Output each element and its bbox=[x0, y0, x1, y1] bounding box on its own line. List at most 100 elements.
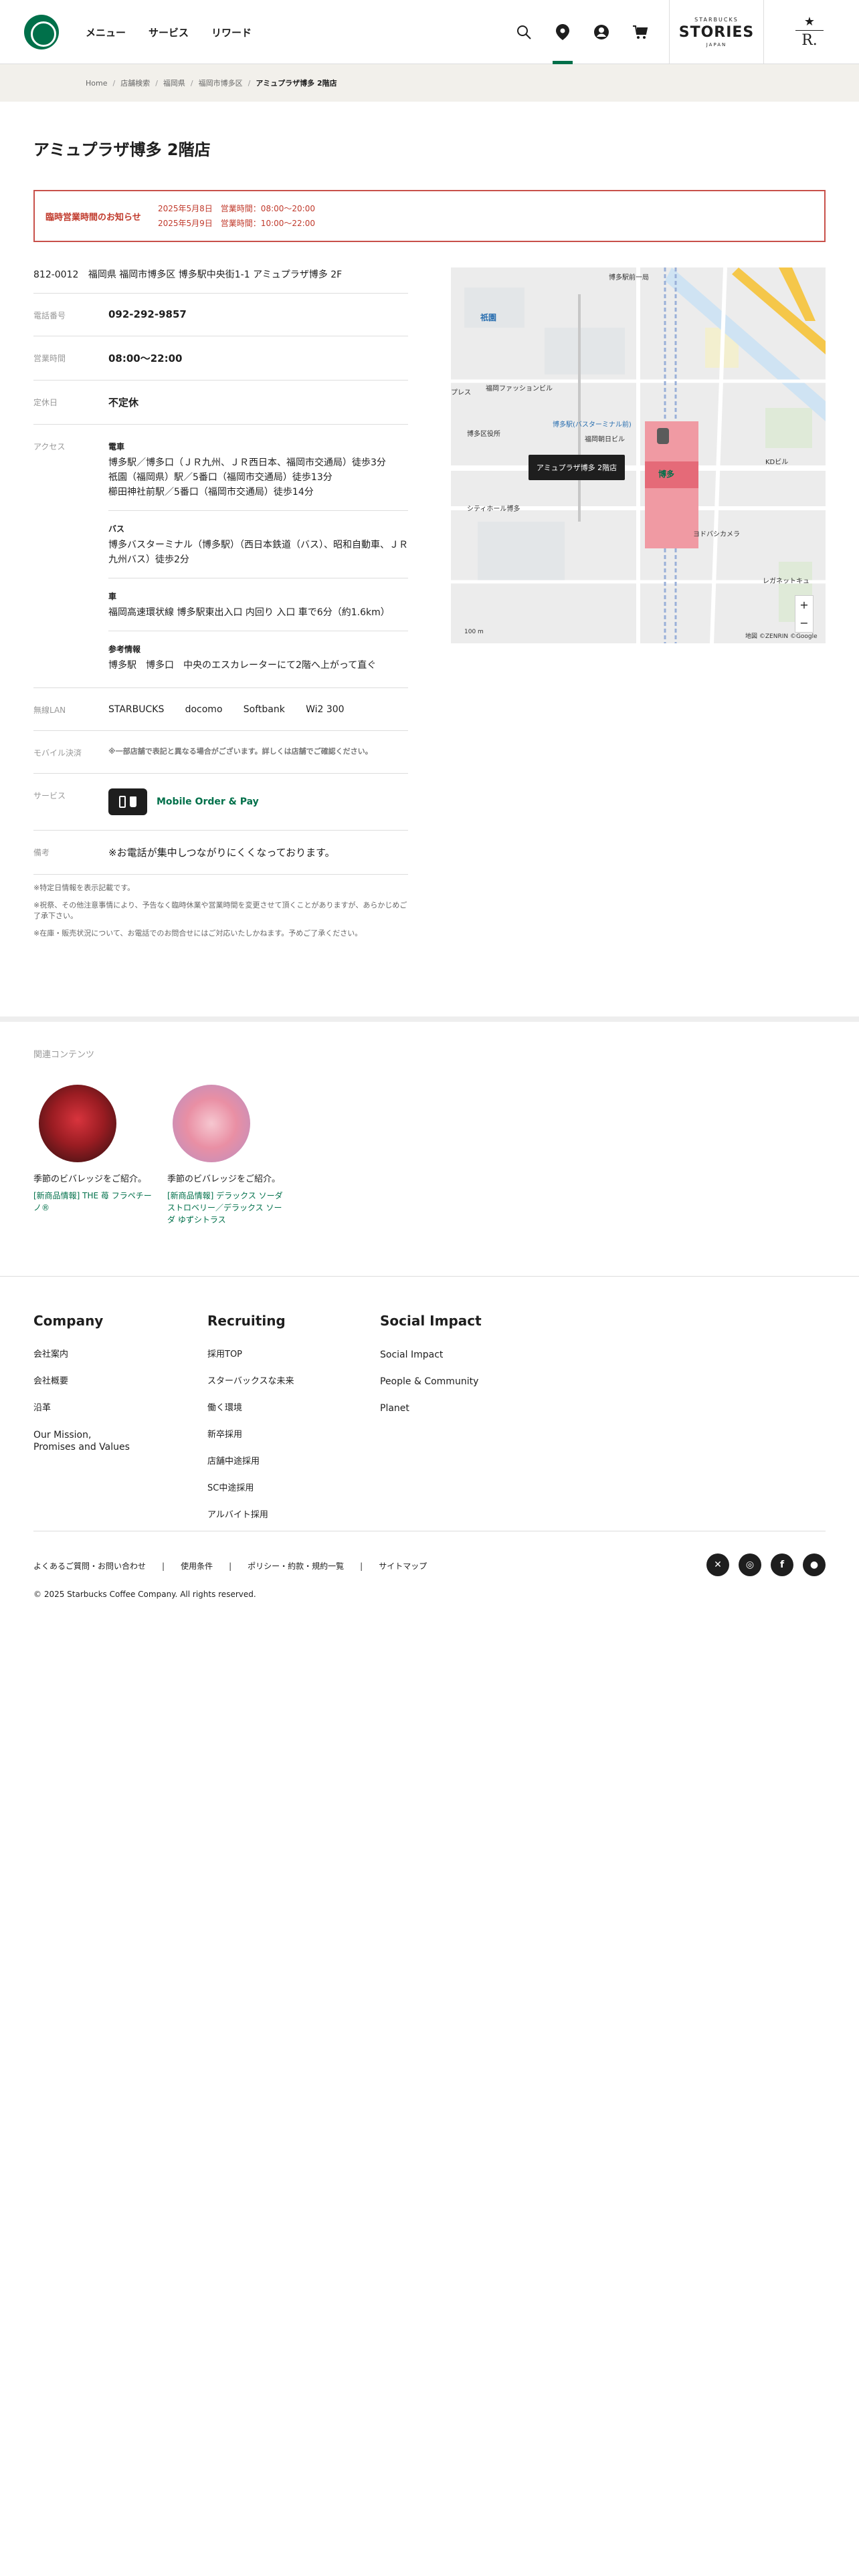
access-line: 櫛田神社前駅／5番口（福岡市交通局）徒歩14分 bbox=[108, 487, 314, 498]
footer-link[interactable]: 採用TOP bbox=[207, 1349, 294, 1361]
footer-link[interactable]: スターバックスな未来 bbox=[207, 1376, 294, 1388]
instagram-icon[interactable]: ◎ bbox=[739, 1553, 761, 1576]
mobile-order-link[interactable]: Mobile Order & Pay bbox=[157, 796, 259, 807]
related-card[interactable]: 季節のビバレッジをご紹介。 [新商品情報] THE 苺 フラペチーノ® bbox=[33, 1085, 154, 1214]
related-title: 関連コンテンツ bbox=[33, 1050, 95, 1060]
related-card-link[interactable]: [新商品情報] デラックス ソーダ ストロベリー／デラックス ソーダ ゆずシトラ… bbox=[167, 1190, 288, 1226]
footer-link[interactable]: 沿革 bbox=[33, 1402, 130, 1414]
faq-link[interactable]: よくあるご質問・お問い合わせ bbox=[33, 1560, 146, 1572]
mobile-order-icon bbox=[108, 788, 147, 815]
related-card-link[interactable]: [新商品情報] THE 苺 フラペチーノ® bbox=[33, 1190, 154, 1214]
terms-link[interactable]: 使用条件 bbox=[181, 1560, 213, 1572]
stories-brand: STARBUCKS bbox=[694, 17, 739, 23]
footer-link[interactable]: 新卒採用 bbox=[207, 1429, 294, 1441]
map-label: 博多駅(バスターミナル前) bbox=[553, 421, 632, 429]
phone-row: 電話番号 092-292-9857 bbox=[33, 294, 408, 336]
footnote: ※祝祭、その他注意事情により、予告なく臨時休業や営業時間を変更させて頂くことがあ… bbox=[33, 901, 407, 920]
mobile-payment-label: モバイル決済 bbox=[33, 748, 82, 758]
access-heading: 参考情報 bbox=[108, 645, 141, 654]
footer-bottom-links: よくあるご質問・お問い合わせ | 使用条件 | ポリシー・約款・規約一覧 | サ… bbox=[33, 1560, 427, 1572]
footer-link[interactable]: 会社案内 bbox=[33, 1349, 130, 1361]
wifi-item: Wi2 300 bbox=[306, 704, 345, 715]
footer-link[interactable]: Our Mission, Promises and Values bbox=[33, 1429, 130, 1453]
access-heading: 電車 bbox=[108, 442, 125, 451]
map-label: プレス bbox=[451, 389, 471, 397]
footer-link[interactable]: 店舗中途採用 bbox=[207, 1456, 294, 1468]
wifi-label: 無線LAN bbox=[33, 706, 66, 715]
zoom-out-icon[interactable]: − bbox=[799, 617, 808, 629]
stories-link[interactable]: STARBUCKS STORIES JAPAN bbox=[669, 0, 764, 64]
x-icon[interactable]: ✕ bbox=[706, 1553, 729, 1576]
footnote: ※特定日情報を表示記載です。 bbox=[33, 883, 135, 892]
related-card[interactable]: 季節のビバレッジをご紹介。 [新商品情報] デラックス ソーダ ストロベリー／デ… bbox=[167, 1085, 288, 1226]
notice-title: 臨時営業時間のお知らせ bbox=[45, 212, 141, 223]
map-label: シティホール博多 bbox=[467, 506, 520, 513]
access-row: アクセス 電車 博多駅／博多口（ＪＲ九州、ＪＲ西日本、福岡市交通局）徒歩3分 祇… bbox=[33, 425, 408, 688]
footer-link[interactable]: 会社概要 bbox=[33, 1376, 130, 1388]
footer-link[interactable]: People & Community bbox=[380, 1376, 482, 1388]
map-label: KDビル bbox=[765, 459, 789, 466]
cart-icon[interactable] bbox=[621, 0, 660, 64]
policy-link[interactable]: ポリシー・約款・規約一覧 bbox=[248, 1560, 344, 1572]
closed-label: 定休日 bbox=[33, 398, 58, 407]
facebook-icon[interactable]: f bbox=[771, 1553, 793, 1576]
breadcrumb-home[interactable]: Home bbox=[86, 79, 107, 88]
phone-label: 電話番号 bbox=[33, 311, 66, 320]
breadcrumb-current: アミュプラザ博多 2階店 bbox=[256, 79, 337, 88]
footer-link[interactable]: 働く環境 bbox=[207, 1402, 294, 1414]
map-scale: 100 m bbox=[464, 629, 484, 635]
wifi-item: Softbank bbox=[243, 704, 285, 715]
nav-rewards[interactable]: リワード bbox=[211, 25, 252, 39]
mobile-payment-row: モバイル決済 ※一部店舗で表記と異なる場合がございます。詳しくは店舗でご確認くだ… bbox=[33, 731, 408, 774]
breadcrumb-separator: / bbox=[112, 78, 116, 88]
breadcrumb-prefecture[interactable]: 福岡県 bbox=[163, 78, 185, 88]
map-zoom-control[interactable]: + − bbox=[795, 595, 814, 633]
reserve-divider bbox=[795, 30, 824, 31]
store-locator-icon[interactable] bbox=[543, 0, 582, 64]
site-header: メニュー サービス リワード STARBUCKS STORIES JAPAN ★… bbox=[0, 0, 859, 64]
footer-social-impact: Social Impact Social Impact People & Com… bbox=[380, 1313, 482, 1429]
remarks-label: 備考 bbox=[33, 848, 50, 857]
link-separator: | bbox=[360, 1561, 363, 1571]
zoom-in-icon[interactable]: + bbox=[799, 599, 808, 611]
nav-menu[interactable]: メニュー bbox=[86, 25, 126, 39]
map-label: 福岡ファッションビル bbox=[486, 385, 553, 393]
access-label: アクセス bbox=[33, 442, 66, 451]
section-divider bbox=[0, 1016, 859, 1022]
account-icon[interactable] bbox=[582, 0, 621, 64]
search-icon[interactable] bbox=[504, 0, 543, 64]
map-canvas bbox=[451, 267, 826, 643]
site-footer: Company 会社案内 会社概要 沿革 Our Mission, Promis… bbox=[0, 1276, 859, 1610]
map-label: ヨドバシカメラ bbox=[693, 531, 740, 538]
phone-number[interactable]: 092-292-9857 bbox=[108, 308, 408, 321]
reserve-link[interactable]: ★ R. bbox=[784, 16, 835, 49]
access-line: 祇園（福岡県）駅／5番口（福岡市交通局）徒歩13分 bbox=[108, 472, 332, 483]
map-store-tooltip[interactable]: アミュプラザ博多 2階店 bbox=[529, 455, 625, 480]
closed-row: 定休日 不定休 bbox=[33, 381, 408, 425]
breadcrumb-separator: / bbox=[190, 78, 193, 88]
access-line: 博多駅 博多口 中央のエスカレーターにて2階へ上がって直ぐ bbox=[108, 660, 377, 671]
footer-link[interactable]: Social Impact bbox=[380, 1349, 482, 1361]
footer-link[interactable]: SC中途採用 bbox=[207, 1483, 294, 1495]
access-details: 電車 博多駅／博多口（ＪＲ九州、ＪＲ西日本、福岡市交通局）徒歩3分 祇園（福岡県… bbox=[108, 439, 408, 673]
related-thumbnail bbox=[39, 1085, 116, 1162]
footer-heading: Company bbox=[33, 1313, 104, 1329]
map-copyright: 地図 ©ZENRIN ©Google bbox=[745, 633, 818, 640]
starbucks-logo-icon[interactable] bbox=[24, 15, 59, 49]
sitemap-link[interactable]: サイトマップ bbox=[379, 1560, 427, 1572]
breadcrumb-city[interactable]: 福岡市博多区 bbox=[199, 78, 243, 88]
breadcrumb-separator: / bbox=[248, 78, 251, 88]
nav-service[interactable]: サービス bbox=[149, 25, 189, 39]
footer-link[interactable]: Planet bbox=[380, 1402, 482, 1414]
line-icon[interactable]: ● bbox=[803, 1553, 826, 1576]
store-map[interactable]: 博多駅前一局 祇園 福岡ファッションビル 博多区役所 プレス 博多駅(バスターミ… bbox=[451, 267, 826, 643]
footer-heading: Social Impact bbox=[380, 1313, 482, 1329]
access-line: 博多バスターミナル（博多駅）（西日本鉄道（バス）、昭和自動車、ＪＲ九州バス）徒歩… bbox=[108, 540, 408, 565]
breadcrumb-store-search[interactable]: 店舗検索 bbox=[120, 78, 150, 88]
header-icons bbox=[504, 0, 660, 64]
related-card-title: 季節のビバレッジをご紹介。 bbox=[167, 1174, 281, 1184]
map-label: 博多駅前一局 bbox=[609, 274, 649, 282]
footnote: ※在庫・販売状況について、お電話でのお問合せにはご対応いたしかねます。予めご了承… bbox=[33, 929, 363, 938]
footer-link[interactable]: アルバイト採用 bbox=[207, 1509, 294, 1521]
hours-notice: 臨時営業時間のお知らせ 2025年5月8日 営業時間：08:00〜20:00 2… bbox=[33, 190, 826, 242]
